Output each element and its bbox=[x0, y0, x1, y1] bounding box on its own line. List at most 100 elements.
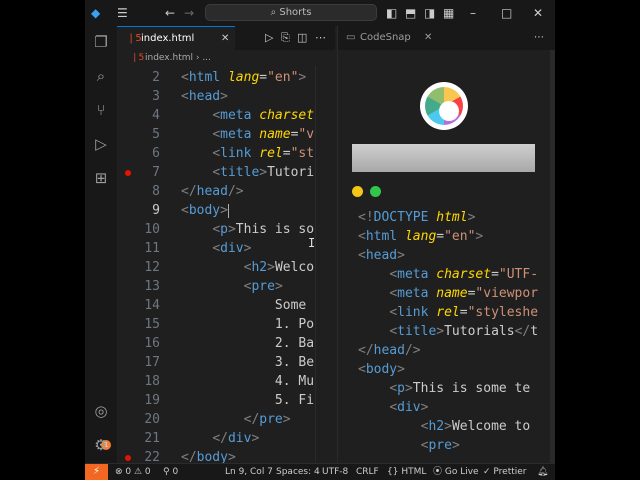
ports-status[interactable]: ⚲ 0 bbox=[163, 464, 178, 480]
code-line[interactable]: 8 </head/> bbox=[117, 182, 335, 201]
open-changes-icon[interactable]: ⎘ bbox=[281, 30, 290, 46]
settings-gear-icon[interactable]: ⚙ bbox=[92, 436, 110, 454]
code-line[interactable]: 14 Some bbox=[117, 296, 335, 315]
snapshot-code-line: <html lang="en"> bbox=[338, 227, 555, 246]
code-line[interactable]: 20 </pre> bbox=[117, 410, 335, 429]
code-line[interactable]: 19 5. Fi bbox=[117, 391, 335, 410]
code-line[interactable]: 17 3. Be bbox=[117, 353, 335, 372]
breakpoint-icon[interactable] bbox=[125, 170, 131, 176]
code-text: <!DOCTYPE html> bbox=[358, 210, 476, 225]
scrollbar[interactable] bbox=[550, 50, 555, 463]
line-number[interactable]: 3 bbox=[117, 87, 160, 106]
toggle-primary-sidebar-icon[interactable]: ◧ bbox=[386, 5, 397, 21]
code-text: <meta name="v bbox=[212, 127, 315, 142]
line-number[interactable]: 17 bbox=[117, 353, 160, 372]
minimap[interactable] bbox=[315, 66, 335, 463]
line-number[interactable]: 2 bbox=[117, 68, 160, 87]
line-number[interactable]: 22 bbox=[117, 448, 160, 463]
code-line[interactable]: 13 <pre> bbox=[117, 277, 335, 296]
tab-close-icon[interactable]: ✕ bbox=[221, 27, 229, 50]
maximize-icon[interactable]: □ bbox=[501, 5, 512, 21]
more-actions-icon[interactable]: ⋯ bbox=[315, 30, 326, 46]
line-number[interactable]: 21 bbox=[117, 429, 160, 448]
run-debug-icon[interactable]: ▷ bbox=[92, 135, 110, 153]
close-window-icon[interactable]: ✕ bbox=[533, 5, 543, 21]
code-line[interactable]: 22 </body> bbox=[117, 448, 335, 463]
line-number[interactable]: 5 bbox=[117, 125, 160, 144]
code-text: <link rel="styleshe bbox=[389, 305, 539, 320]
breakpoint-icon[interactable] bbox=[125, 455, 131, 461]
split-editor-icon[interactable]: ◫ bbox=[297, 30, 307, 46]
notifications-bell-icon[interactable]: 🔔︎ bbox=[537, 464, 548, 480]
line-number[interactable]: 18 bbox=[117, 372, 160, 391]
toggle-panel-icon[interactable]: ⬒ bbox=[405, 5, 416, 21]
minimize-icon[interactable]: – bbox=[470, 5, 476, 21]
forward-arrow-icon[interactable]: → bbox=[184, 5, 194, 21]
code-line[interactable]: 6 <link rel="st bbox=[117, 144, 335, 163]
line-number[interactable]: 8 bbox=[117, 182, 160, 201]
codesnap-shutter-icon[interactable] bbox=[420, 82, 468, 130]
code-line[interactable]: 9 <body> bbox=[117, 201, 335, 220]
line-number[interactable]: 19 bbox=[117, 391, 160, 410]
code-line[interactable]: 7 <title>Tutori bbox=[117, 163, 335, 182]
remote-indicator-icon[interactable]: ⚡ bbox=[85, 464, 108, 480]
code-editor[interactable]: 2 <html lang="en"> 3 <head> 4 <meta charset 5… bbox=[117, 66, 335, 463]
language-mode[interactable]: {} HTML bbox=[387, 464, 426, 480]
prettier-status[interactable]: ✓ Prettier bbox=[483, 464, 527, 480]
code-text: Some bbox=[181, 298, 307, 313]
cursor-position[interactable]: Ln 9, Col 7 bbox=[225, 464, 273, 480]
toggle-secondary-sidebar-icon[interactable]: ◨ bbox=[424, 5, 435, 21]
more-actions-icon[interactable]: ⋯ bbox=[534, 26, 544, 50]
line-number[interactable]: 13 bbox=[117, 277, 160, 296]
vscode-window: ◆ ☰ ← → ⌕ Shorts ◧ ⬒ ◨ ▦ – □ ✕ ❐ ⌕ ⑂ ▷ ⊞… bbox=[85, 0, 555, 480]
menu-icon[interactable]: ☰ bbox=[117, 5, 128, 21]
back-arrow-icon[interactable]: ← bbox=[165, 5, 175, 21]
line-number[interactable]: 12 bbox=[117, 258, 160, 277]
code-line[interactable]: 4 <meta charset bbox=[117, 106, 335, 125]
code-line[interactable]: 15 1. Po bbox=[117, 315, 335, 334]
tab-codesnap[interactable]: ▭ CodeSnap ✕ ⋯ bbox=[338, 26, 555, 50]
line-number[interactable]: 7 bbox=[117, 163, 160, 182]
tab-index-html[interactable]: ❘5 index.html ✕ bbox=[117, 26, 235, 50]
code-line[interactable]: 10 <p>This is so bbox=[117, 220, 335, 239]
customize-layout-icon[interactable]: ▦ bbox=[443, 5, 454, 21]
go-live-button[interactable]: ⦿ Go Live bbox=[433, 464, 479, 480]
code-line[interactable]: 18 4. Mu bbox=[117, 372, 335, 391]
code-line[interactable]: 12 <h2>Welco bbox=[117, 258, 335, 277]
run-file-icon[interactable]: ▷ bbox=[265, 30, 273, 46]
source-control-icon[interactable]: ⑂ bbox=[92, 101, 110, 119]
eol-status[interactable]: CRLF bbox=[356, 464, 379, 480]
indentation-status[interactable]: Spaces: 4 bbox=[276, 464, 320, 480]
search-icon[interactable]: ⌕ bbox=[92, 67, 110, 85]
tab-close-icon[interactable]: ✕ bbox=[424, 26, 432, 50]
line-number[interactable]: 14 bbox=[117, 296, 160, 315]
encoding-status[interactable]: UTF-8 bbox=[322, 464, 348, 480]
line-number[interactable]: 15 bbox=[117, 315, 160, 334]
code-text: </head/> bbox=[358, 343, 421, 358]
problems-status[interactable]: ⊗ 0 ⚠ 0 bbox=[115, 464, 151, 480]
line-number[interactable]: 4 bbox=[117, 106, 160, 125]
code-line[interactable]: 3 <head> bbox=[117, 87, 335, 106]
breadcrumb-file[interactable]: index.html › ... bbox=[145, 50, 211, 66]
code-text: <html lang="en"> bbox=[358, 229, 484, 244]
code-text: </pre> bbox=[243, 412, 291, 427]
code-line[interactable]: 5 <meta name="v bbox=[117, 125, 335, 144]
code-line[interactable]: 2 <html lang="en"> bbox=[117, 68, 335, 87]
text-cursor-icon: I bbox=[308, 236, 316, 250]
command-center-search[interactable]: ⌕ Shorts bbox=[205, 4, 377, 21]
line-number[interactable]: 6 bbox=[117, 144, 160, 163]
line-number[interactable]: 9 bbox=[117, 201, 160, 220]
extensions-icon[interactable]: ⊞ bbox=[92, 169, 110, 187]
tab-label: index.html bbox=[141, 33, 195, 44]
line-number[interactable]: 11 bbox=[117, 239, 160, 258]
line-number[interactable]: 10 bbox=[117, 220, 160, 239]
line-number[interactable]: 20 bbox=[117, 410, 160, 429]
code-line[interactable]: 21 </div> bbox=[117, 429, 335, 448]
code-line[interactable]: 11 <div> bbox=[117, 239, 335, 258]
line-number[interactable]: 16 bbox=[117, 334, 160, 353]
snapshot-code-line: <title>Tutorials</t bbox=[338, 322, 555, 341]
breadcrumb: ❘5 index.html › ... bbox=[117, 50, 335, 66]
explorer-icon[interactable]: ❐ bbox=[92, 33, 110, 51]
account-icon[interactable]: ◎ bbox=[92, 402, 110, 420]
code-line[interactable]: 16 2. Ba bbox=[117, 334, 335, 353]
